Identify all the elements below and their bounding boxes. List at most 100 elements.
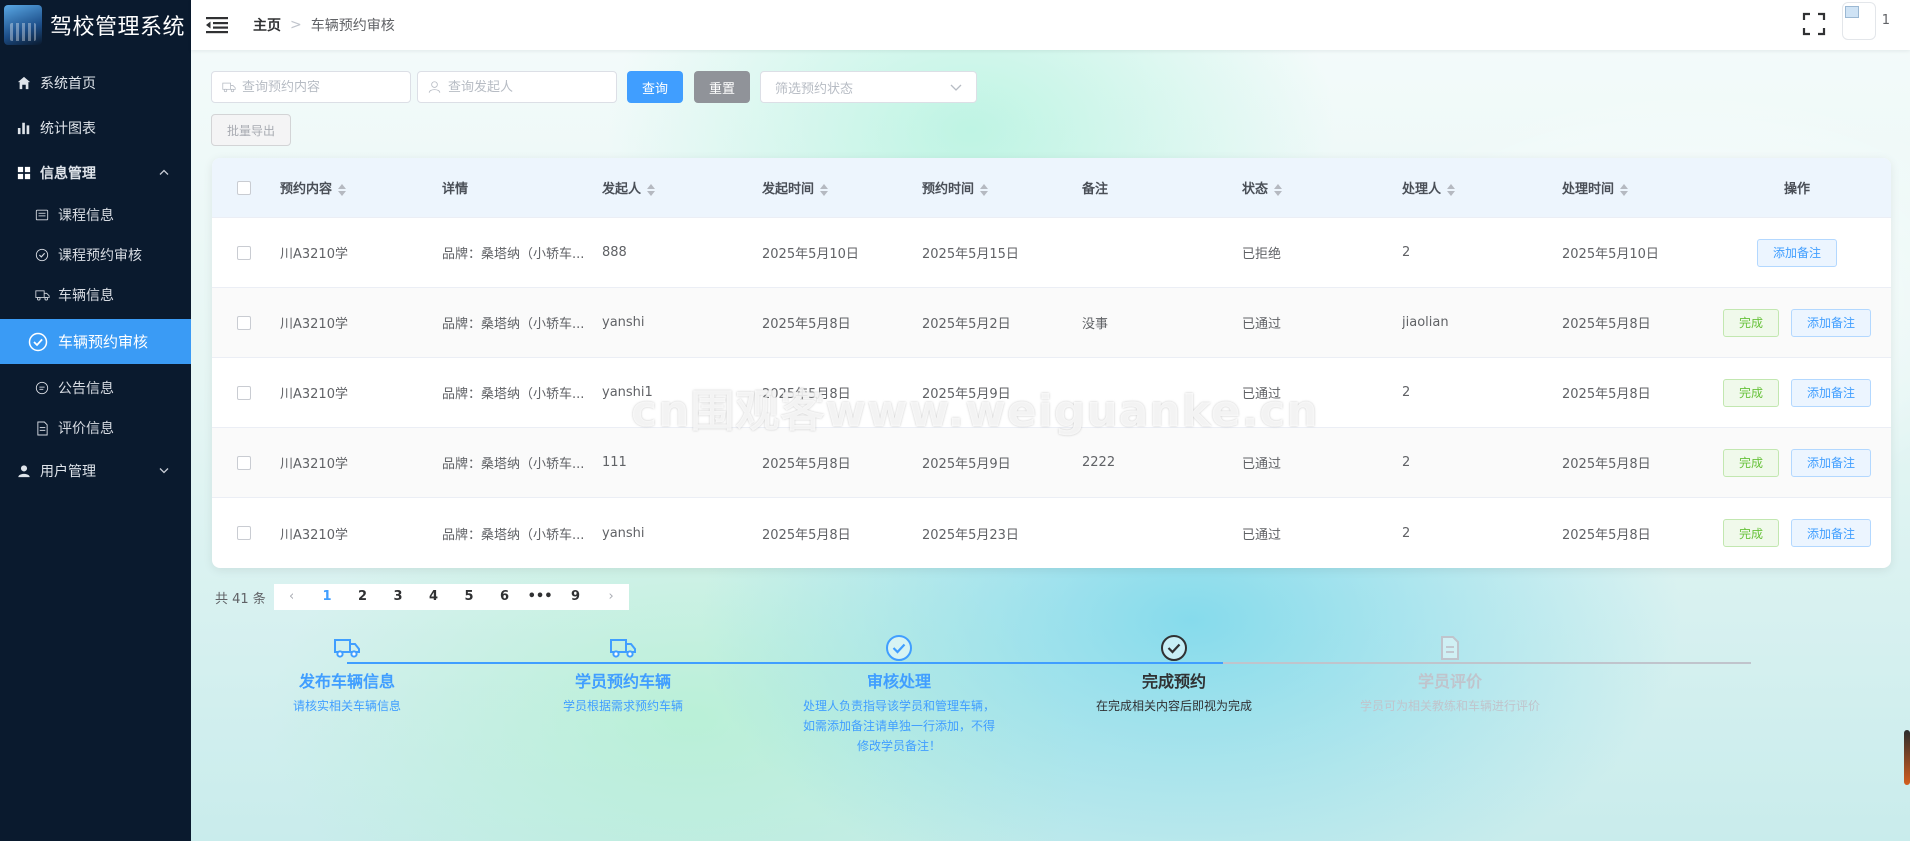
- cell-content: 川A3210学: [280, 527, 348, 543]
- avatar[interactable]: [1842, 2, 1876, 40]
- sort-icon[interactable]: [1447, 183, 1456, 196]
- cell-content: 川A3210学: [280, 247, 348, 262]
- document-icon: [1434, 632, 1466, 664]
- breadcrumb-home[interactable]: 主页: [253, 15, 281, 35]
- column-header[interactable]: 状态: [1242, 178, 1402, 197]
- cell-detail: 品牌：桑塔纳（小轿车...: [442, 247, 585, 262]
- sort-icon[interactable]: [980, 183, 989, 196]
- page-number[interactable]: 6: [487, 584, 523, 610]
- sort-icon[interactable]: [647, 183, 656, 196]
- select-all-checkbox[interactable]: [237, 180, 251, 195]
- status-filter-select[interactable]: 筛选预约状态: [760, 71, 977, 103]
- cell-handler: 2: [1402, 385, 1411, 400]
- add-note-button[interactable]: 添加备注: [1757, 238, 1837, 267]
- sidebar-item-label: 评价信息: [58, 421, 114, 437]
- sidebar-item-info-management[interactable]: 信息管理: [0, 150, 191, 195]
- cell-initiator: yanshi: [602, 315, 645, 330]
- cell-detail: 品牌：桑塔纳（小轿车...: [442, 317, 585, 332]
- sidebar-item-announcements[interactable]: 公告信息: [0, 368, 191, 408]
- add-note-button[interactable]: 添加备注: [1791, 308, 1871, 337]
- page-number[interactable]: 9: [558, 584, 594, 610]
- reset-button[interactable]: 重置: [694, 71, 750, 103]
- step-title: 学员预约车辆: [574, 672, 671, 691]
- add-note-button[interactable]: 添加备注: [1791, 378, 1871, 407]
- column-header[interactable]: 预约内容: [276, 178, 442, 197]
- add-note-button[interactable]: 添加备注: [1791, 448, 1871, 477]
- column-header[interactable]: 发起时间: [762, 178, 922, 197]
- cell-initiated-time: 2025年5月8日: [762, 527, 851, 543]
- column-header[interactable]: 预约时间: [922, 178, 1082, 197]
- cell-handler: jiaolian: [1402, 315, 1449, 330]
- step-description: 处理人负责指导该学员和管理车辆，如需添加备注请单独一行添加，不得修改学员备注！: [802, 699, 995, 753]
- sidebar: 驾校管理系统 系统首页 统计图表 信息管理 课程信息 课程预约审核 车辆信息 车…: [0, 0, 191, 841]
- cell-initiator: 111: [602, 455, 627, 470]
- sidebar-item-vehicle-booking-review[interactable]: 车辆预约审核: [0, 319, 191, 364]
- page-number[interactable]: 2: [345, 584, 381, 610]
- batch-export-button[interactable]: 批量导出: [211, 114, 291, 146]
- column-header[interactable]: 处理时间: [1562, 178, 1722, 197]
- more-pages-icon[interactable]: •••: [522, 584, 558, 610]
- page-number[interactable]: 1: [309, 584, 345, 610]
- column-header: 备注: [1082, 178, 1242, 197]
- next-page-icon[interactable]: ›: [593, 584, 629, 610]
- complete-button[interactable]: 完成: [1723, 519, 1779, 547]
- complete-button[interactable]: 完成: [1723, 378, 1779, 407]
- sidebar-item-course-booking-review[interactable]: 课程预约审核: [0, 235, 191, 275]
- cell-handler: 2: [1402, 525, 1411, 541]
- cell-content: 川A3210学: [280, 387, 348, 402]
- breadcrumb-current: 车辆预约审核: [310, 18, 395, 34]
- sidebar-item-label: 系统首页: [40, 75, 96, 92]
- cell-booked-time: 2025年5月23日: [922, 527, 1019, 543]
- sidebar-item-label: 课程预约审核: [58, 248, 142, 264]
- cell-initiator: yanshi: [602, 525, 645, 541]
- row-checkbox[interactable]: [237, 385, 251, 400]
- step-5: 学员评价 学员可为相关教练和车辆进行评价: [1320, 632, 1580, 716]
- sort-icon[interactable]: [338, 183, 347, 196]
- sidebar-item-home[interactable]: 系统首页: [0, 60, 191, 105]
- menu-toggle-icon[interactable]: [205, 13, 229, 37]
- scrollbar-thumb[interactable]: [1904, 730, 1910, 785]
- complete-button[interactable]: 完成: [1723, 308, 1779, 337]
- row-checkbox[interactable]: [237, 526, 251, 540]
- column-header[interactable]: 发起人: [602, 178, 762, 197]
- sort-icon[interactable]: [1620, 183, 1629, 196]
- search-content-input[interactable]: [242, 79, 392, 95]
- column-header[interactable]: 处理人: [1402, 178, 1562, 197]
- page-number[interactable]: 5: [451, 584, 487, 610]
- row-checkbox[interactable]: [237, 455, 251, 470]
- complete-button[interactable]: 完成: [1723, 448, 1779, 477]
- search-content-field[interactable]: [211, 71, 411, 103]
- cell-handled-time: 2025年5月8日: [1562, 317, 1651, 332]
- user-icon: [16, 463, 32, 479]
- main-content: 主页 > 车辆预约审核 1 查询 重置 筛选预约状态: [191, 0, 1910, 841]
- cell-handler: 2: [1402, 455, 1411, 470]
- page-number[interactable]: 4: [416, 584, 452, 610]
- sidebar-item-charts[interactable]: 统计图表: [0, 105, 191, 150]
- row-checkbox[interactable]: [237, 315, 251, 330]
- cell-detail: 品牌：桑塔纳（小轿车...: [442, 387, 585, 402]
- sidebar-submenu-info: 课程信息 课程预约审核 车辆信息 车辆预约审核 公告信息 评价信息: [0, 195, 191, 448]
- cell-actions: 添加备注: [1722, 238, 1872, 267]
- column-label: 发起时间: [762, 182, 815, 197]
- add-note-button[interactable]: 添加备注: [1791, 519, 1871, 547]
- sidebar-item-vehicle-info[interactable]: 车辆信息: [0, 275, 191, 315]
- fullscreen-icon[interactable]: [1800, 10, 1828, 38]
- check-circle-icon: [883, 632, 915, 664]
- row-checkbox[interactable]: [237, 245, 251, 260]
- search-initiator-input[interactable]: [448, 79, 598, 95]
- prev-page-icon[interactable]: ‹: [274, 584, 310, 610]
- sort-icon[interactable]: [820, 183, 829, 196]
- step-description: 学员根据需求预约车辆: [562, 699, 683, 713]
- page-number[interactable]: 3: [380, 584, 416, 610]
- sidebar-item-reviews[interactable]: 评价信息: [0, 408, 191, 448]
- query-button[interactable]: 查询: [627, 71, 683, 103]
- cell-handled-time: 2025年5月10日: [1562, 247, 1659, 262]
- column-label: 处理人: [1402, 182, 1442, 197]
- search-initiator-field[interactable]: [417, 71, 617, 103]
- check-circle-icon: [34, 247, 50, 263]
- sidebar-item-course-info[interactable]: 课程信息: [0, 195, 191, 235]
- sort-icon[interactable]: [1274, 183, 1283, 196]
- user-name[interactable]: 1: [1882, 13, 1890, 28]
- sidebar-item-user-management[interactable]: 用户管理: [0, 448, 191, 493]
- sidebar-item-label: 公告信息: [58, 381, 114, 397]
